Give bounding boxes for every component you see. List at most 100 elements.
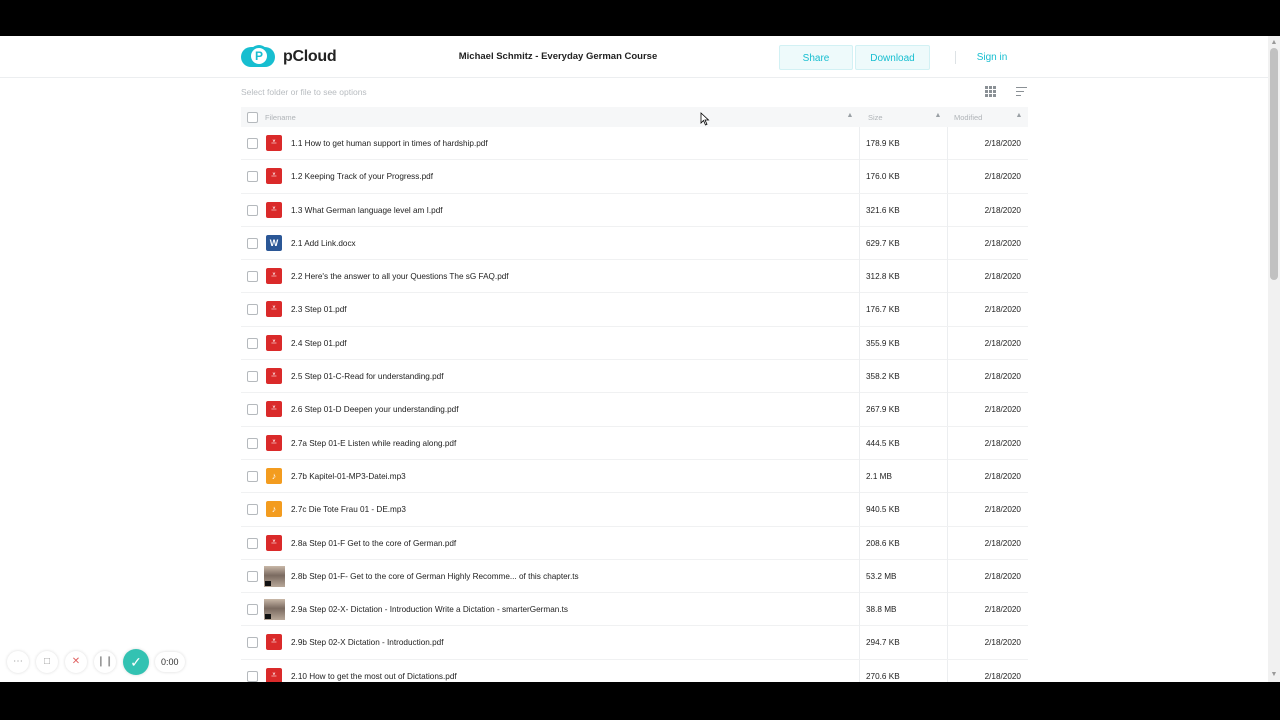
row-checkbox[interactable]	[247, 670, 258, 682]
file-name[interactable]: 2.7b Kapitel-01-MP3-Datei.mp3	[291, 472, 406, 481]
table-row[interactable]: ⩡ 2.7a Step 01-E Listen while reading alo…	[241, 426, 1028, 460]
grid-view-icon[interactable]	[985, 86, 996, 97]
select-all-checkbox[interactable]	[247, 112, 258, 123]
file-size: 312.8 KB	[866, 272, 900, 282]
row-checkbox[interactable]	[247, 504, 258, 516]
file-size: 53.2 MB	[866, 571, 897, 581]
file-name[interactable]: 2.5 Step 01-C-Read for understanding.pdf	[291, 372, 443, 381]
row-checkbox[interactable]	[247, 437, 258, 449]
pdf-file-icon: ⩡	[266, 334, 282, 351]
table-row[interactable]: ♪ 2.7c Die Tote Frau 01 - DE.mp3 940.5 KB 2…	[241, 493, 1028, 527]
column-divider	[859, 593, 860, 627]
file-name[interactable]: 2.2 Here's the answer to all your Questi…	[291, 272, 509, 281]
row-checkbox[interactable]	[247, 204, 258, 216]
folder-title: Michael Schmitz - Everyday German Course	[458, 51, 658, 62]
sort-arrow-icon[interactable]: ▲	[845, 111, 855, 121]
row-checkbox[interactable]	[247, 637, 258, 649]
row-checkbox[interactable]	[247, 237, 258, 249]
file-name[interactable]: 1.2 Keeping Track of your Progress.pdf	[291, 172, 433, 181]
row-checkbox[interactable]	[247, 138, 258, 149]
column-divider	[859, 426, 860, 460]
column-filename[interactable]: Filename	[265, 113, 296, 122]
table-row[interactable]: ⩡ 2.9b Step 02-X Dictation - Introduction…	[241, 626, 1028, 660]
row-checkbox[interactable]	[247, 404, 258, 416]
file-name[interactable]: 2.4 Step 01.pdf	[291, 339, 347, 348]
row-checkbox[interactable]	[247, 470, 258, 482]
column-modified[interactable]: Modified	[954, 113, 982, 122]
table-row[interactable]: ⩡ 2.5 Step 01-C-Read for understanding.pd…	[241, 360, 1028, 394]
file-name[interactable]: 2.9a Step 02-X- Dictation - Introduction…	[291, 605, 568, 614]
column-divider	[947, 526, 948, 560]
table-row[interactable]: ⩡ 2.2 Here's the answer to all your Quest…	[241, 260, 1028, 294]
file-modified: 2/18/2020	[984, 172, 1021, 182]
table-row[interactable]: ⩡ 1.1 How to get human support in times o…	[241, 127, 1028, 161]
scroll-down-icon[interactable]: ▼	[1270, 671, 1278, 679]
file-name[interactable]: 2.1 Add Link.docx	[291, 239, 356, 248]
sort-arrow-icon[interactable]: ▲	[1014, 111, 1024, 121]
more-icon[interactable]: ⋯	[7, 651, 29, 673]
close-icon[interactable]: ✕	[65, 651, 87, 673]
table-row[interactable]: ⩡ 2.8a Step 01-F Get to the core of Germa…	[241, 526, 1028, 560]
sort-arrow-icon[interactable]: ▲	[933, 111, 943, 121]
table-row[interactable]: ⩡ 1.2 Keeping Track of your Progress.pdf 1…	[241, 160, 1028, 194]
row-checkbox[interactable]	[247, 604, 258, 616]
file-name[interactable]: 1.3 What German language level am I.pdf	[291, 206, 443, 215]
pdf-file-icon: ⩡	[266, 667, 282, 682]
row-checkbox[interactable]	[247, 304, 258, 316]
column-divider	[947, 226, 948, 260]
camera-icon[interactable]: □	[36, 651, 58, 673]
row-checkbox[interactable]	[247, 537, 258, 549]
row-checkbox[interactable]	[247, 371, 258, 383]
file-size: 629.7 KB	[866, 238, 900, 248]
column-divider	[947, 659, 948, 682]
scroll-up-icon[interactable]: ▲	[1270, 39, 1278, 47]
download-button[interactable]: Download	[855, 45, 930, 70]
table-row[interactable]: ⩡ 2.3 Step 01.pdf 176.7 KB 2/18/2020	[241, 293, 1028, 327]
file-name[interactable]: 1.1 How to get human support in times of…	[291, 139, 488, 148]
file-name[interactable]: 2.10 How to get the most out of Dictatio…	[291, 672, 457, 681]
table-row[interactable]: 2.8b Step 01-F- Get to the core of Germa…	[241, 559, 1028, 594]
column-size[interactable]: Size	[868, 113, 883, 122]
column-divider	[947, 160, 948, 194]
sign-in-link[interactable]: Sign in	[970, 45, 1014, 70]
file-size: 294.7 KB	[866, 638, 900, 648]
file-name[interactable]: 2.8a Step 01-F Get to the core of German…	[291, 539, 456, 548]
vid-file-icon	[264, 599, 285, 621]
file-name[interactable]: 2.3 Step 01.pdf	[291, 305, 347, 314]
share-button[interactable]: Share	[779, 45, 853, 70]
row-checkbox[interactable]	[247, 570, 258, 582]
sort-icon[interactable]	[1016, 87, 1027, 96]
table-row[interactable]: W 2.1 Add Link.docx 629.7 KB 2/18/2020	[241, 226, 1028, 261]
row-checkbox[interactable]	[247, 337, 258, 349]
scrollbar-thumb[interactable]	[1270, 48, 1278, 280]
table-row[interactable]: 2.9a Step 02-X- Dictation - Introduction…	[241, 593, 1028, 627]
top-header: P pCloud Michael Schmitz - Everyday Germ…	[0, 36, 1268, 78]
column-divider	[859, 559, 860, 593]
check-icon[interactable]: ✓	[123, 649, 149, 675]
pdf-file-icon: ⩡	[266, 401, 282, 418]
file-name[interactable]: 2.9b Step 02-X Dictation - Introduction.…	[291, 638, 443, 647]
file-size: 176.0 KB	[866, 172, 900, 182]
file-name[interactable]: 2.7c Die Tote Frau 01 - DE.mp3	[291, 505, 406, 514]
table-row[interactable]: ⩡ 2.6 Step 01-D Deepen your understanding…	[241, 393, 1028, 427]
file-name[interactable]: 2.8b Step 01-F- Get to the core of Germa…	[291, 572, 579, 581]
vid-file-icon	[264, 565, 285, 587]
file-modified: 2/18/2020	[984, 238, 1021, 248]
file-size: 208.6 KB	[866, 538, 900, 548]
table-row[interactable]: ⩡ 1.3 What German language level am I.pdf…	[241, 193, 1028, 227]
column-divider	[859, 226, 860, 260]
file-modified: 2/18/2020	[984, 438, 1021, 448]
column-divider	[859, 160, 860, 194]
file-name[interactable]: 2.7a Step 01-E Listen while reading alon…	[291, 439, 456, 448]
column-divider	[947, 326, 948, 360]
doc-file-icon: W	[266, 234, 282, 251]
table-row[interactable]: ♪ 2.7b Kapitel-01-MP3-Datei.mp3 2.1 MB 2/18…	[241, 459, 1028, 494]
table-row[interactable]: ⩡ 2.4 Step 01.pdf 355.9 KB 2/18/2020	[241, 326, 1028, 361]
pause-icon[interactable]: ❙❙	[94, 651, 116, 673]
file-list: ⩡ 1.1 How to get human support in times o…	[241, 127, 1028, 682]
row-checkbox[interactable]	[247, 271, 258, 283]
table-row[interactable]: ⩡ 2.10 How to get the most out of Dictati…	[241, 659, 1028, 682]
vertical-scrollbar[interactable]: ▲ ▼	[1268, 36, 1280, 682]
row-checkbox[interactable]	[247, 171, 258, 183]
file-name[interactable]: 2.6 Step 01-D Deepen your understanding.…	[291, 405, 459, 414]
